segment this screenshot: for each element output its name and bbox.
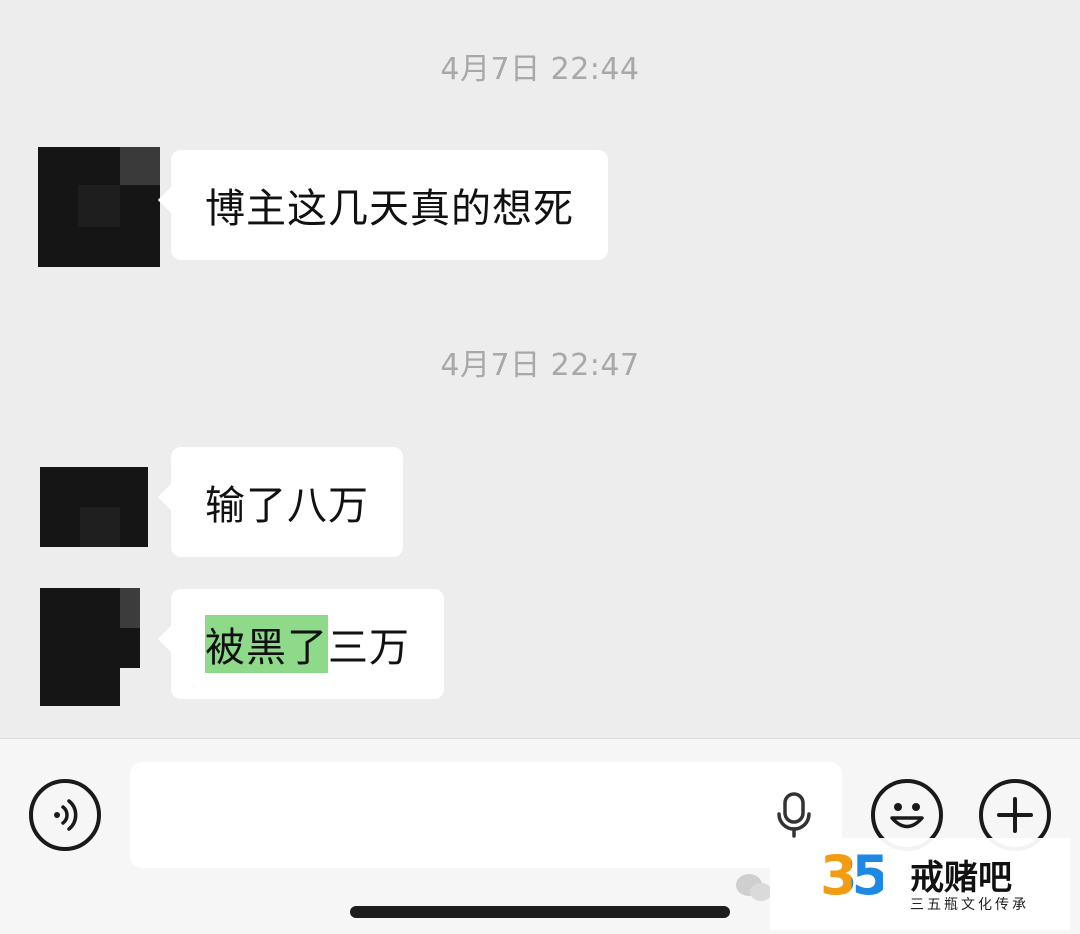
home-indicator[interactable] — [350, 906, 730, 918]
watermark-number: 35 — [820, 844, 889, 907]
message-text: 输了八万 — [205, 483, 369, 529]
avatar[interactable] — [40, 467, 148, 547]
message-bubble[interactable]: 被黑了 三万 — [171, 589, 444, 699]
highlighted-text: 被黑了 — [205, 615, 328, 673]
avatar[interactable] — [40, 588, 140, 706]
emoji-icon — [890, 803, 924, 829]
avatar[interactable] — [38, 147, 160, 267]
message-input[interactable] — [130, 762, 842, 868]
wechat-logo-icon — [736, 874, 772, 901]
message-text: 博主这几天真的想死 — [205, 186, 574, 232]
watermark-logo: 35 戒赌吧 三五瓶文化传承 — [770, 838, 1070, 930]
watermark-title: 戒赌吧 — [910, 858, 1012, 898]
voice-toggle-button[interactable] — [29, 779, 101, 851]
voice-icon — [54, 799, 78, 831]
message-bubble[interactable]: 输了八万 — [171, 447, 403, 557]
message-text: 三万 — [328, 625, 410, 671]
timestamp: 4月7日 22:44 — [440, 52, 640, 87]
timestamp: 4月7日 22:47 — [440, 348, 640, 383]
message-bubble[interactable]: 博主这几天真的想死 — [171, 150, 608, 260]
mic-icon[interactable] — [774, 792, 814, 838]
watermark-subtitle: 三五瓶文化传承 — [910, 897, 1029, 913]
plus-icon — [997, 797, 1033, 833]
